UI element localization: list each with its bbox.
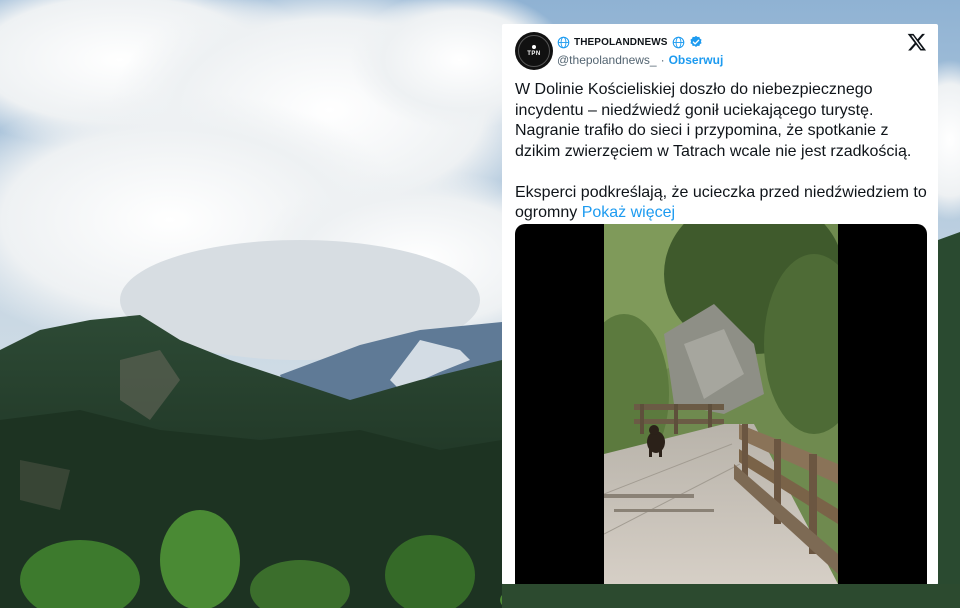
verified-badge-icon xyxy=(689,35,702,47)
author-name-row: THEPOLANDNEWS xyxy=(557,35,703,49)
avatar-text: TPN xyxy=(527,51,541,57)
avatar[interactable]: TPN xyxy=(515,32,553,70)
author-handle[interactable]: @thepolandnews_ xyxy=(557,53,657,67)
show-more-link[interactable]: Pokaż więcej xyxy=(582,204,675,221)
separator-dot: · xyxy=(660,53,665,67)
tpn-logo: TPN xyxy=(518,35,550,67)
globe-icon xyxy=(672,36,684,48)
handle-row: @thepolandnews_ · Obserwuj xyxy=(557,53,723,67)
follow-button[interactable]: Obserwuj xyxy=(669,53,724,67)
video-player[interactable] xyxy=(515,224,927,584)
tweet-text: W Dolinie Kościeliskiej doszło do niebez… xyxy=(515,81,927,221)
tweet-card: TPN THEPOLANDNEWS @thepolandnews_ · Obse… xyxy=(502,24,938,584)
video-frame-bear-on-bridge xyxy=(604,224,838,584)
tweet-body: W Dolinie Kościeliskiej doszło do niebez… xyxy=(515,80,930,224)
author-name[interactable]: THEPOLANDNEWS xyxy=(574,37,668,48)
globe-icon xyxy=(557,36,570,48)
x-logo-icon[interactable] xyxy=(907,32,927,52)
